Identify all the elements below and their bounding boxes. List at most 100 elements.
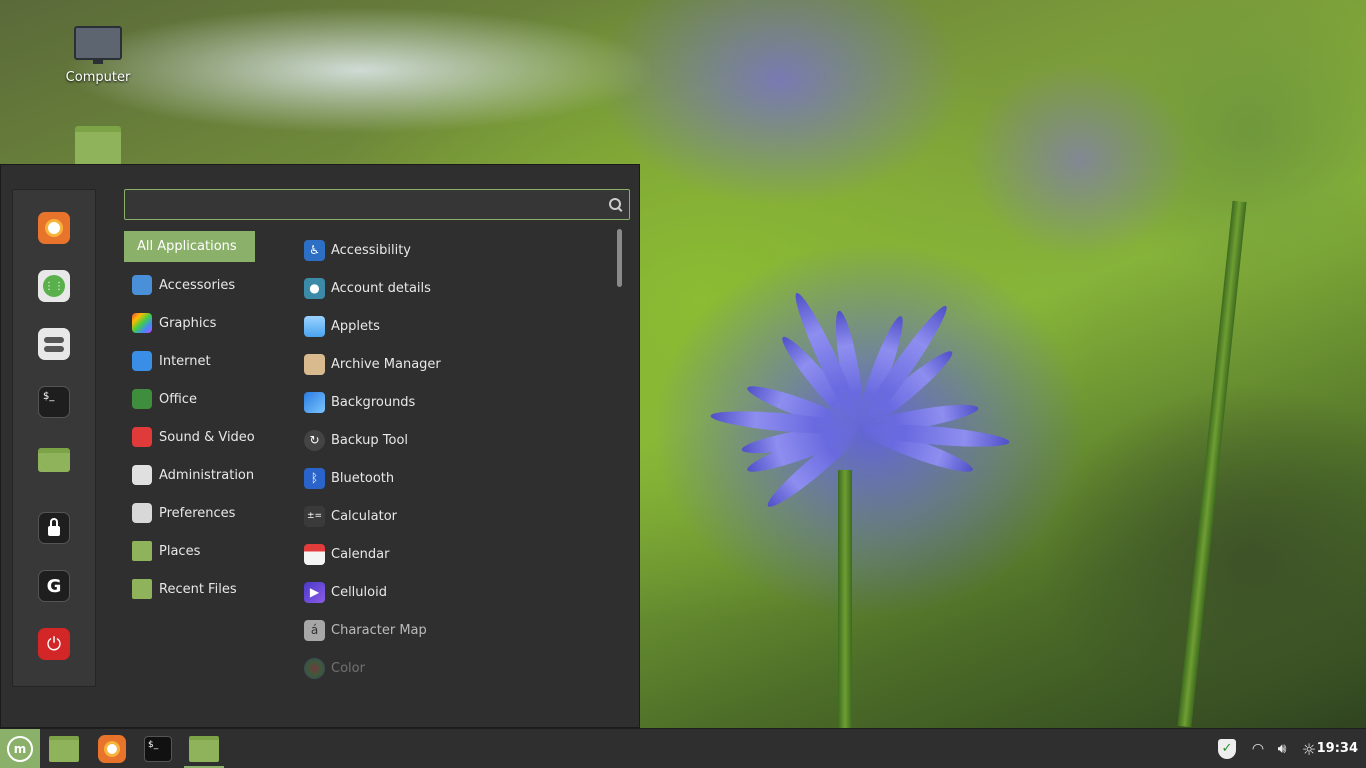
app-label: Accessibility	[331, 242, 411, 258]
clock[interactable]: 19:34	[1317, 729, 1358, 768]
search-input[interactable]	[125, 190, 611, 219]
category-all-applications[interactable]: All Applications	[124, 231, 255, 262]
category-administration[interactable]: Administration	[124, 456, 294, 494]
app-account-details[interactable]: ● Account details	[297, 269, 613, 307]
lock-screen-icon[interactable]	[38, 512, 70, 544]
app-archive-manager[interactable]: Archive Manager	[297, 345, 613, 383]
category-graphics[interactable]: Graphics	[124, 304, 294, 342]
application-menu: ⋮⋮ $_ G ⏻ All Applications Accessories G…	[0, 164, 640, 728]
places-folder-icon	[132, 541, 152, 561]
desktop-icon-home[interactable]	[53, 126, 143, 166]
recent-files-icon	[132, 579, 152, 599]
application-list: ♿ Accessibility ● Account details Applet…	[297, 231, 613, 685]
files-icon	[49, 736, 79, 762]
app-calculator[interactable]: ±= Calculator	[297, 497, 613, 535]
account-icon: ●	[304, 277, 325, 299]
app-label: Account details	[331, 280, 431, 296]
accessories-icon	[132, 275, 152, 295]
category-label: Sound & Video	[159, 429, 255, 445]
desktop-icon-computer[interactable]: Computer	[53, 26, 143, 85]
taskbar-files-launcher[interactable]	[42, 731, 86, 767]
bluetooth-icon: ᛒ	[304, 467, 325, 489]
celluloid-icon: ▶	[304, 581, 325, 603]
files-icon	[189, 736, 219, 762]
office-icon	[132, 389, 152, 409]
app-backup-tool[interactable]: ↻ Backup Tool	[297, 421, 613, 459]
wifi-icon[interactable]: ◠	[1248, 729, 1268, 768]
category-accessories[interactable]: Accessories	[124, 266, 294, 304]
computer-icon	[74, 26, 122, 64]
app-color[interactable]: Color	[297, 649, 613, 685]
favorites-sidebar: ⋮⋮ $_ G ⏻	[12, 189, 96, 687]
color-icon	[304, 657, 325, 679]
preferences-icon	[132, 503, 152, 523]
search-box[interactable]	[124, 189, 630, 220]
app-celluloid[interactable]: ▶ Celluloid	[297, 573, 613, 611]
system-settings-icon[interactable]	[38, 328, 70, 360]
software-manager-icon[interactable]: ⋮⋮	[38, 270, 70, 302]
app-label: Calendar	[331, 546, 390, 562]
app-bluetooth[interactable]: ᛒ Bluetooth	[297, 459, 613, 497]
volume-icon[interactable]: 🔊︎	[1272, 729, 1292, 768]
sound-video-icon	[132, 427, 152, 447]
app-label: Applets	[331, 318, 380, 334]
taskbar-files-window[interactable]	[182, 731, 226, 768]
category-internet[interactable]: Internet	[124, 342, 294, 380]
app-accessibility[interactable]: ♿ Accessibility	[297, 231, 613, 269]
home-folder-icon	[75, 126, 121, 166]
app-label: Color	[331, 660, 365, 676]
app-label: Celluloid	[331, 584, 387, 600]
update-manager-icon[interactable]: ✓	[1214, 729, 1240, 768]
category-label: Internet	[159, 353, 211, 369]
applets-icon	[304, 315, 325, 337]
archive-icon	[304, 353, 325, 375]
character-map-icon: á	[304, 619, 325, 641]
backgrounds-icon	[304, 391, 325, 413]
app-label: Archive Manager	[331, 356, 441, 372]
category-label: Preferences	[159, 505, 236, 521]
wallpaper-stem	[838, 470, 852, 728]
category-places[interactable]: Places	[124, 532, 294, 570]
wallpaper-stem	[1177, 200, 1247, 728]
logout-icon[interactable]: G	[38, 570, 70, 602]
app-label: Backup Tool	[331, 432, 409, 448]
category-label: All Applications	[137, 239, 237, 254]
taskbar-terminal-launcher[interactable]: $_	[136, 731, 180, 767]
app-list-scrollbar[interactable]	[617, 229, 622, 287]
category-preferences[interactable]: Preferences	[124, 494, 294, 532]
backup-icon: ↻	[304, 429, 325, 451]
app-applets[interactable]: Applets	[297, 307, 613, 345]
category-list: All Applications Accessories Graphics In…	[124, 231, 294, 608]
administration-icon	[132, 465, 152, 485]
category-office[interactable]: Office	[124, 380, 294, 418]
graphics-icon	[132, 313, 152, 333]
app-calendar[interactable]: Calendar	[297, 535, 613, 573]
category-label: Accessories	[159, 277, 236, 293]
internet-icon	[132, 351, 152, 371]
category-label: Office	[159, 391, 197, 407]
accessibility-icon: ♿	[304, 239, 325, 261]
category-label: Administration	[159, 467, 255, 483]
category-label: Places	[159, 543, 201, 559]
terminal-icon: $_	[144, 736, 172, 762]
taskbar-panel: m $_ ✓ ◠ 🔊︎ ☼ 19:34	[0, 728, 1366, 768]
firefox-icon[interactable]	[38, 212, 70, 244]
app-label: Bluetooth	[331, 470, 395, 486]
category-sound-video[interactable]: Sound & Video	[124, 418, 294, 456]
shutdown-icon[interactable]: ⏻	[38, 628, 70, 660]
category-recent-files[interactable]: Recent Files	[124, 570, 294, 608]
firefox-icon	[98, 735, 126, 763]
app-label: Calculator	[331, 508, 398, 524]
calculator-icon: ±=	[304, 505, 325, 527]
taskbar-firefox-launcher[interactable]	[90, 731, 134, 767]
app-backgrounds[interactable]: Backgrounds	[297, 383, 613, 421]
menu-button[interactable]: m	[0, 729, 40, 768]
category-label: Graphics	[159, 315, 217, 331]
app-character-map[interactable]: á Character Map	[297, 611, 613, 649]
category-label: Recent Files	[159, 581, 237, 597]
calendar-icon	[304, 543, 325, 565]
terminal-icon[interactable]: $_	[38, 386, 70, 418]
mint-logo-icon: m	[7, 736, 33, 762]
search-icon	[609, 198, 621, 210]
files-icon[interactable]	[38, 448, 70, 472]
